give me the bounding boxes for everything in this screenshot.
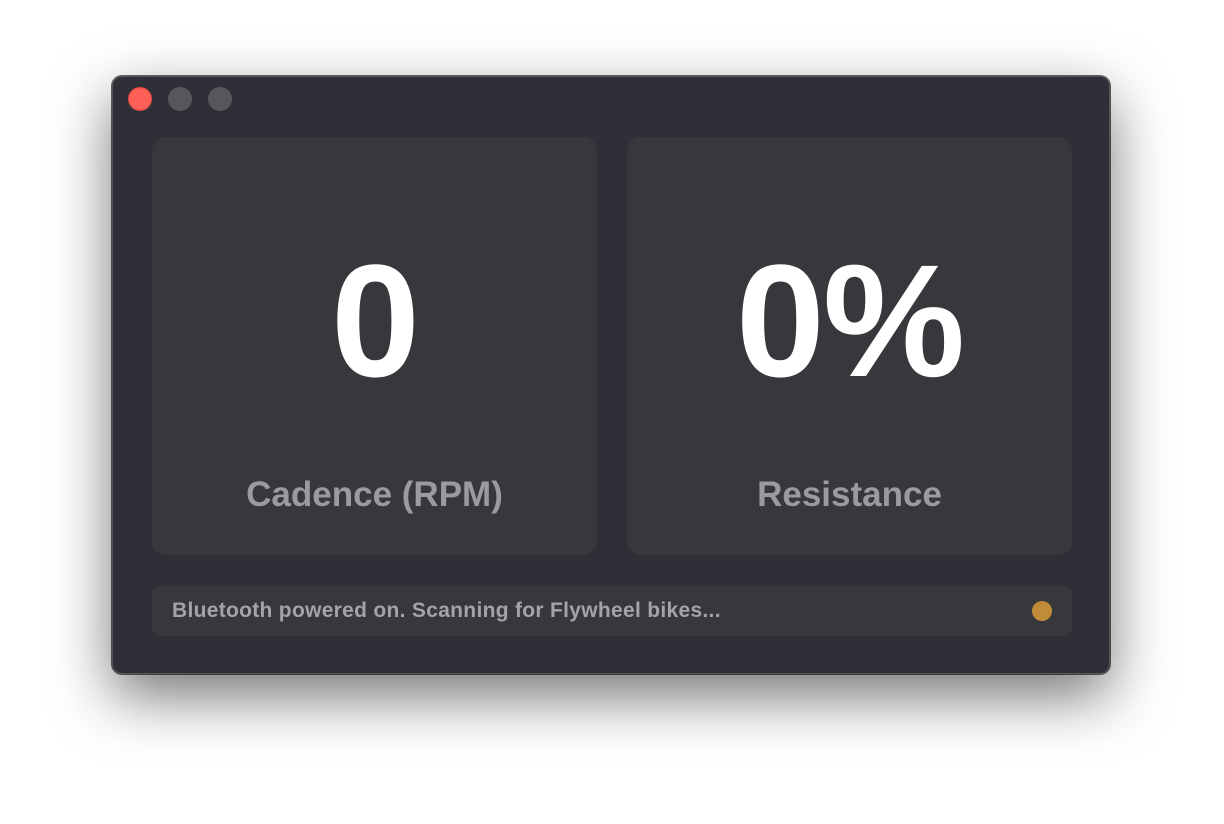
- close-button[interactable]: [128, 87, 152, 111]
- cadence-value: 0: [331, 231, 420, 410]
- status-message: Bluetooth powered on. Scanning for Flywh…: [172, 599, 721, 622]
- resistance-card: 0% Resistance: [627, 137, 1072, 555]
- cadence-label: Cadence (RPM): [246, 475, 503, 514]
- minimize-button[interactable]: [168, 87, 192, 111]
- resistance-value: 0%: [735, 231, 965, 410]
- status-dot-icon: [1032, 601, 1052, 621]
- cadence-card: 0 Cadence (RPM): [152, 137, 597, 555]
- app-window: 0 Cadence (RPM) 0% Resistance Bluetooth …: [112, 76, 1110, 674]
- resistance-label: Resistance: [757, 475, 942, 514]
- status-bar: Bluetooth powered on. Scanning for Flywh…: [152, 586, 1072, 636]
- zoom-button[interactable]: [208, 87, 232, 111]
